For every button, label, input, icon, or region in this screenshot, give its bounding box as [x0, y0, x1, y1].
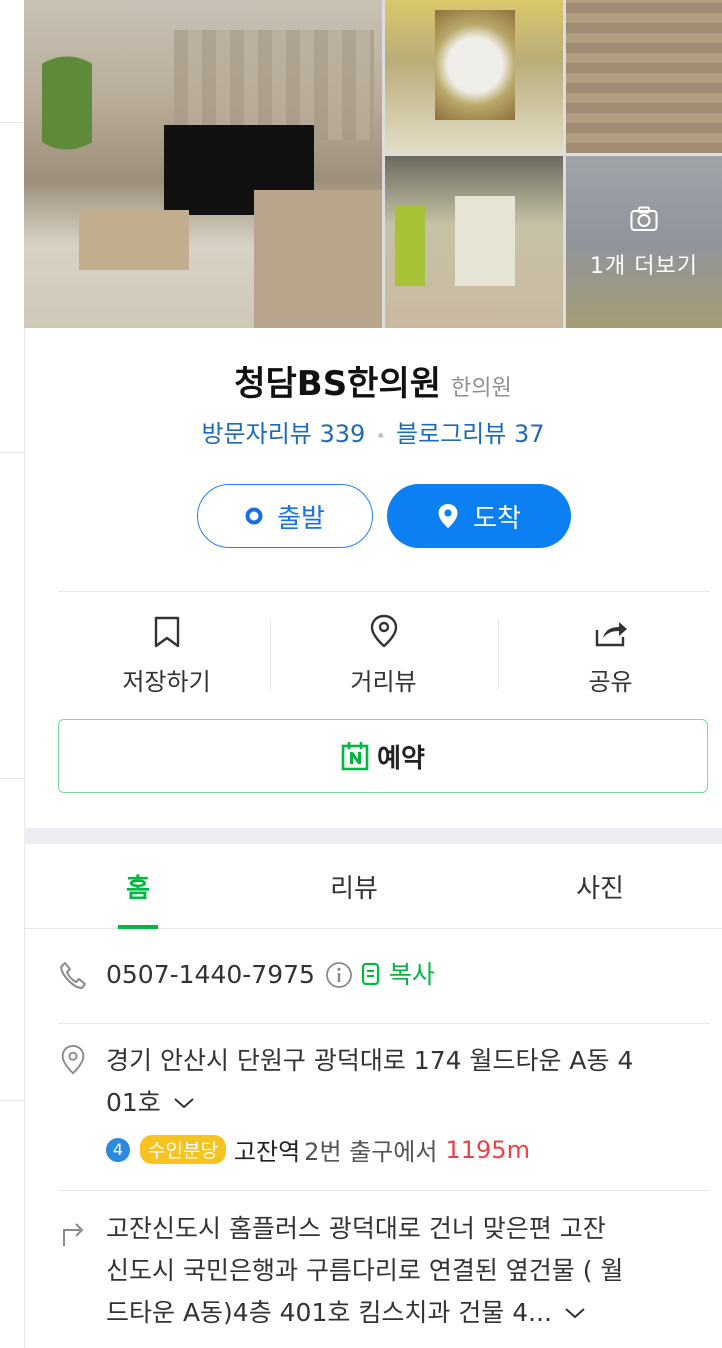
save-label: 저장하기: [122, 668, 211, 696]
left-panel-divider: [0, 122, 24, 123]
subway-info: 4 수인분당 고잔역 2번 출구에서 1195m: [106, 1132, 530, 1167]
divider: [58, 1190, 710, 1191]
divider: [58, 591, 710, 592]
more-photos-label: 1개 더보기: [590, 254, 698, 279]
reserve-button[interactable]: 예약: [58, 719, 708, 793]
place-category: 한의원: [451, 376, 512, 401]
naver-booking-icon: [341, 741, 369, 771]
action-separator: [270, 620, 271, 690]
save-button[interactable]: 저장하기: [58, 606, 275, 702]
photo-lobby[interactable]: [24, 0, 382, 328]
photo-hallway-art[interactable]: [385, 0, 563, 153]
tab-home[interactable]: 홈: [118, 844, 158, 929]
address-line-2: 01호: [106, 1088, 161, 1117]
copy-label: 복사: [388, 960, 435, 989]
directions-line-1: 고잔신도시 홈플러스 광덕대로 건너 맞은편 고잔: [106, 1214, 606, 1243]
photo-wood-wall[interactable]: [566, 0, 722, 153]
subway-line-badge: 4: [106, 1137, 130, 1162]
location-pin-icon: [61, 1044, 85, 1075]
blog-review-link[interactable]: 블로그리뷰 37: [396, 420, 545, 448]
photo-entrance[interactable]: [385, 156, 563, 328]
review-counts: 방문자리뷰 339 • 블로그리뷰 37: [24, 414, 722, 449]
chevron-down-icon: [565, 1308, 585, 1319]
place-header: 청담BS한의원 한의원: [24, 356, 722, 405]
left-panel-divider: [0, 452, 24, 453]
tab-review[interactable]: 리뷰: [324, 844, 384, 928]
phone-row: 0507-1440-7975 복사: [58, 956, 712, 996]
subway-line-name: 수인분당: [140, 1135, 226, 1164]
action-separator: [498, 620, 499, 690]
depart-button[interactable]: 출발: [197, 484, 373, 548]
station-name: 고잔역: [233, 1138, 301, 1166]
divider: [58, 1023, 710, 1024]
address-line-1: 경기 안산시 단원구 광덕대로 174 월드타운 A동 4: [106, 1046, 634, 1075]
info-icon[interactable]: [325, 961, 353, 989]
directions-line-2: 신도시 국민은행과 구름다리로 연결된 옆건물 ( 월: [106, 1256, 624, 1285]
directions-line-3: 드타운 A동)4층 401호 킴스치과 건물 4...: [106, 1298, 552, 1327]
chevron-down-icon: [174, 1098, 194, 1109]
streetview-button[interactable]: 거리뷰: [275, 606, 492, 702]
location-pin-icon: [370, 614, 397, 648]
left-panel-divider: [0, 778, 24, 779]
share-button[interactable]: 공유: [502, 606, 719, 702]
directions-toggle[interactable]: 드타운 A동)4층 401호 킴스치과 건물 4...: [106, 1292, 716, 1334]
place-name: 청담BS한의원: [234, 364, 442, 404]
copy-button[interactable]: 복사: [361, 954, 435, 996]
streetview-label: 거리뷰: [350, 668, 417, 696]
turn-arrow-icon: [63, 1223, 84, 1246]
origin-dot-icon: [245, 507, 263, 525]
more-photos-button[interactable]: 1개 더보기: [566, 156, 722, 328]
depart-label: 출발: [277, 503, 325, 534]
arrive-label: 도착: [473, 503, 521, 534]
left-panel-divider: [0, 1100, 24, 1101]
reserve-label: 예약: [377, 743, 425, 774]
section-gap: [24, 828, 722, 844]
share-label: 공유: [588, 668, 633, 696]
left-panel-edge: [0, 0, 25, 1348]
tab-bar: 홈 리뷰 사진: [24, 844, 722, 929]
tab-photo[interactable]: 사진: [570, 844, 630, 928]
separator-dot: •: [375, 426, 386, 447]
map-pin-icon: [437, 503, 459, 529]
exit-text: 2번 출구에서: [304, 1138, 438, 1166]
address-toggle[interactable]: 01호: [106, 1082, 716, 1124]
camera-icon: [630, 206, 658, 231]
action-bar: 저장하기 거리뷰 공유: [58, 606, 710, 702]
bookmark-icon: [154, 616, 179, 648]
phone-icon: [60, 962, 86, 989]
visitor-review-link[interactable]: 방문자리뷰 339: [201, 420, 365, 448]
copy-icon: [361, 962, 380, 986]
share-icon: [595, 622, 627, 647]
distance: 1195m: [445, 1135, 530, 1164]
phone-number[interactable]: 0507-1440-7975: [106, 954, 315, 996]
arrive-button[interactable]: 도착: [387, 484, 571, 548]
